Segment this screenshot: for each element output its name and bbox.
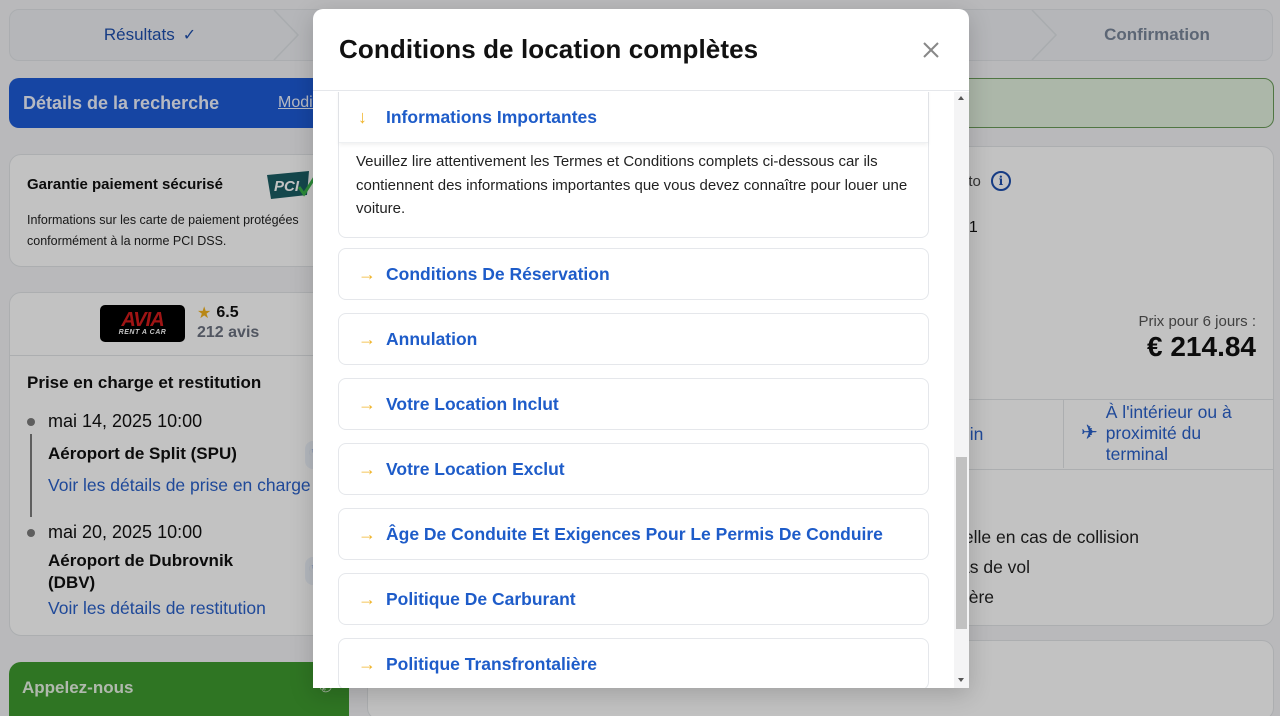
accordion-cancellation[interactable]: → Annulation <box>338 313 929 365</box>
scroll-up-icon[interactable] <box>958 96 964 100</box>
accordion-header[interactable]: ↓ Informations Importantes <box>339 92 928 143</box>
accordion-title: Politique De Carburant <box>386 588 576 609</box>
accordion-content: Veuillez lire attentivement les Termes e… <box>356 153 908 217</box>
arrow-right-icon: → <box>358 523 376 544</box>
accordion-header[interactable]: → Conditions De Réservation <box>339 249 928 299</box>
arrow-right-icon: → <box>358 263 376 284</box>
accordion-header[interactable]: → Âge De Conduite Et Exigences Pour Le P… <box>339 509 928 559</box>
accordion-title: Votre Location Inclut <box>386 393 559 414</box>
accordion-title: Votre Location Exclut <box>386 458 565 479</box>
modal-body[interactable]: ↓ Informations Importantes Veuillez lire… <box>313 92 969 688</box>
accordion-cross-border[interactable]: → Politique Transfrontalière <box>338 638 929 688</box>
accordion-driver-age[interactable]: → Âge De Conduite Et Exigences Pour Le P… <box>338 508 929 560</box>
accordion-title: Annulation <box>386 328 478 349</box>
accordion-title: Âge De Conduite Et Exigences Pour Le Per… <box>386 523 883 544</box>
arrow-right-icon: → <box>358 653 376 674</box>
accordion-header[interactable]: → Politique Transfrontalière <box>339 639 928 688</box>
accordion-rental-excludes[interactable]: → Votre Location Exclut <box>338 443 929 495</box>
scroll-thumb[interactable] <box>956 457 967 629</box>
modal-title: Conditions de location complètes <box>339 34 759 64</box>
accordion-title: Conditions De Réservation <box>386 263 610 284</box>
arrow-down-icon: ↓ <box>358 107 367 127</box>
accordion-title: Politique Transfrontalière <box>386 653 598 674</box>
arrow-right-icon: → <box>358 393 376 414</box>
accordion-header[interactable]: → Politique De Carburant <box>339 574 928 624</box>
accordion-header[interactable]: → Votre Location Inclut <box>339 379 928 429</box>
rental-conditions-modal: Conditions de location complètes ↓ Infor… <box>313 9 969 688</box>
accordion-booking-conditions[interactable]: → Conditions De Réservation <box>338 248 929 300</box>
modal-header: Conditions de location complètes <box>313 9 969 91</box>
accordion-rental-includes[interactable]: → Votre Location Inclut <box>338 378 929 430</box>
accordion-header[interactable]: → Votre Location Exclut <box>339 444 928 494</box>
arrow-right-icon: → <box>358 328 376 349</box>
accordion-header[interactable]: → Annulation <box>339 314 928 364</box>
arrow-right-icon: → <box>358 588 376 609</box>
accordion-fuel-policy[interactable]: → Politique De Carburant <box>338 573 929 625</box>
scroll-down-icon[interactable] <box>958 678 964 682</box>
accordion-important-info: ↓ Informations Importantes Veuillez lire… <box>338 92 929 238</box>
accordion-title: Informations Importantes <box>386 107 597 127</box>
arrow-right-icon: → <box>358 458 376 479</box>
close-icon[interactable] <box>920 39 942 61</box>
modal-scrollbar[interactable] <box>954 92 969 688</box>
